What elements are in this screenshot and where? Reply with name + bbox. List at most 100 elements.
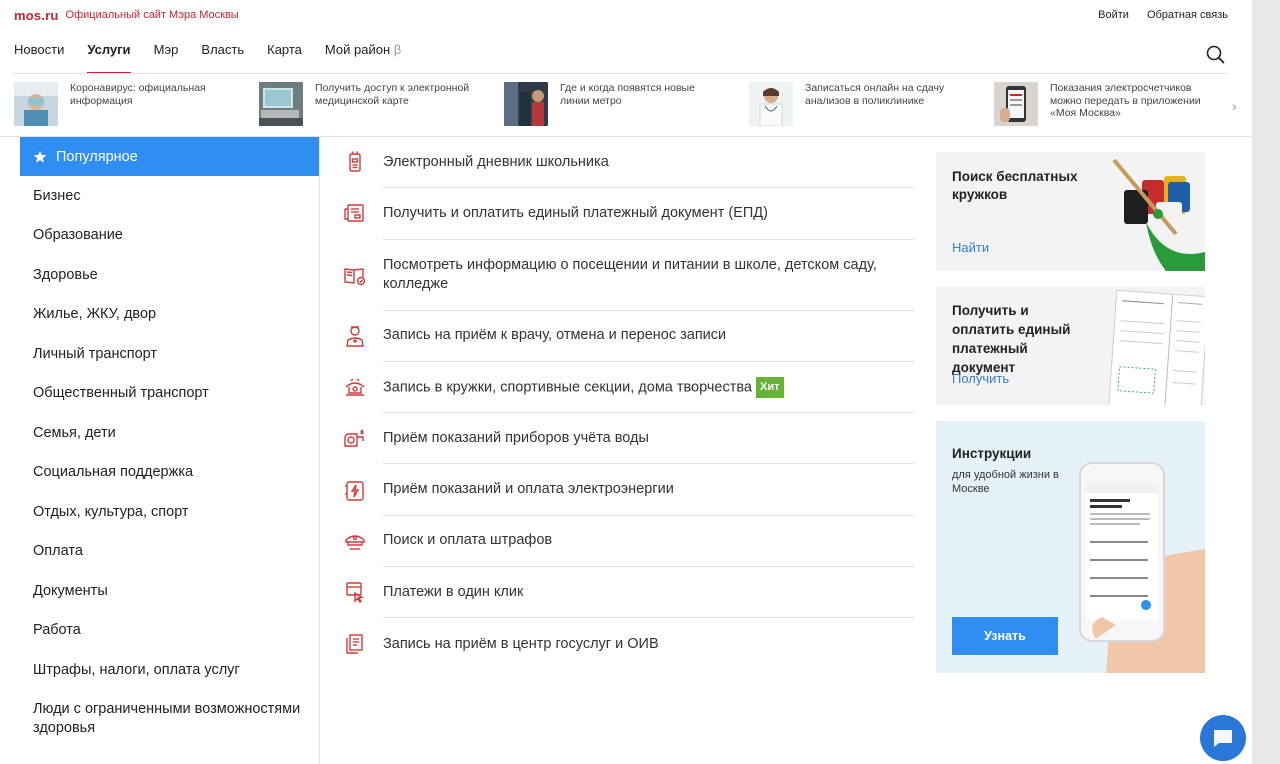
news-strip: Коронавирус: официальная информация Полу… xyxy=(14,82,1244,130)
service-item[interactable]: Запись на приём к врачу, отмена и перено… xyxy=(346,311,914,362)
service-item[interactable]: Приём показаний приборов учёта воды xyxy=(344,413,914,465)
login-link[interactable]: Войти xyxy=(1098,9,1129,21)
news-thumbnail xyxy=(994,82,1038,126)
paint-jars-image xyxy=(1112,158,1205,271)
guides-card[interactable]: Инструкции для удобной жизни в Москве Уз… xyxy=(936,421,1205,673)
sidebar-item-public-transport[interactable]: Общественный транспорт xyxy=(20,374,319,414)
service-item[interactable]: Платежи в один клик xyxy=(346,567,914,619)
service-label: Получить и оплатить единый платежный док… xyxy=(383,204,768,221)
service-item[interactable]: Поиск и оплата штрафов xyxy=(345,516,914,568)
chat-icon xyxy=(1214,730,1232,747)
school-diary-icon xyxy=(349,151,361,172)
sidebar-item-housing[interactable]: Жилье, ЖКУ, двор xyxy=(20,295,319,335)
category-sidebar: Популярное Бизнес Образование Здоровье Ж… xyxy=(20,137,320,764)
search-icon xyxy=(1206,45,1225,64)
chat-button[interactable] xyxy=(1200,715,1246,761)
service-label: Посмотреть информацию о посещении и пита… xyxy=(383,256,877,292)
beta-badge: β xyxy=(393,42,402,57)
nav-item-map[interactable]: Карта xyxy=(267,42,302,74)
sidebar-item-popular[interactable]: Популярное xyxy=(20,137,319,176)
service-item[interactable]: Получить и оплатить единый платежный док… xyxy=(344,188,914,240)
sidebar-item-documents[interactable]: Документы xyxy=(20,571,319,611)
get-link[interactable]: Получить xyxy=(952,371,1009,386)
nav-item-mayor[interactable]: Мэр xyxy=(154,42,179,74)
service-label: Запись в кружки, спортивные секции, дома… xyxy=(383,376,784,398)
page: mos.ru Официальный сайт Мэра Москвы Войт… xyxy=(0,0,1252,764)
news-item[interactable]: Записаться онлайн на сдачу анализов в по… xyxy=(749,82,965,128)
site-tagline[interactable]: Официальный сайт Мэра Москвы xyxy=(66,9,239,21)
service-label-text: Запись в кружки, спортивные секции, дома… xyxy=(383,378,752,395)
clubs-icon xyxy=(345,378,365,396)
sidebar-item-education[interactable]: Образование xyxy=(20,216,319,256)
epd-card[interactable]: Получить и оплатить единый платежный док… xyxy=(936,287,1205,405)
card-title: Инструкции xyxy=(952,446,1032,461)
service-item[interactable]: Запись в кружки, спортивные секции, дома… xyxy=(345,362,914,414)
feedback-link[interactable]: Обратная связь xyxy=(1147,9,1228,21)
sidebar-item-disabilities[interactable]: Люди с ограниченными возможностями здоро… xyxy=(20,690,319,748)
hit-badge: Хит xyxy=(756,376,784,398)
sidebar-item-health[interactable]: Здоровье xyxy=(20,255,319,295)
learn-button[interactable]: Узнать xyxy=(952,617,1058,655)
scrollbar-track[interactable] xyxy=(1252,0,1280,764)
card-title: Получить и оплатить единый платежный док… xyxy=(952,303,1071,375)
book-icon xyxy=(344,267,366,285)
nav-item-services[interactable]: Услуги xyxy=(87,42,131,74)
electricity-icon xyxy=(345,480,364,501)
police-cap-icon xyxy=(345,535,365,550)
nav-item-news[interactable]: Новости xyxy=(14,42,64,74)
sidebar-item-social-support[interactable]: Социальная поддержка xyxy=(20,453,319,493)
news-title: Записаться онлайн на сдачу анализов в по… xyxy=(805,82,945,107)
card-title: Поиск бесплатных кружков xyxy=(952,169,1078,202)
services-list: Электронный дневник школьника Получить и… xyxy=(340,137,914,670)
service-label: Запись на приём к врачу, отмена и перено… xyxy=(383,327,727,344)
payment-document-icon xyxy=(344,204,364,223)
service-item[interactable]: Приём показаний и оплата электроэнергии xyxy=(345,464,914,516)
service-item[interactable]: Посмотреть информацию о посещении и пита… xyxy=(344,240,914,311)
sidebar-item-leisure[interactable]: Отдых, культура, спорт xyxy=(20,492,319,532)
nav-item-my-district-label: Мой район xyxy=(324,42,391,57)
news-item[interactable]: Где и когда появятся новые линии метро xyxy=(504,82,720,128)
sidebar-item-work[interactable]: Работа xyxy=(20,611,319,651)
news-title: Получить доступ к электронной медицинско… xyxy=(315,82,470,107)
news-item[interactable]: Получить доступ к электронной медицинско… xyxy=(259,82,475,128)
find-link[interactable]: Найти xyxy=(952,240,989,255)
news-next-button[interactable]: › xyxy=(1232,98,1237,114)
nav-divider xyxy=(14,73,1228,74)
chevron-right-icon: › xyxy=(1232,98,1237,114)
news-thumbnail xyxy=(504,82,548,126)
service-label: Приём показаний приборов учёта воды xyxy=(383,429,649,446)
sidebar-item-business[interactable]: Бизнес xyxy=(20,176,319,216)
phone-in-hand-image xyxy=(1079,462,1205,673)
service-label: Запись на приём в центр госуслуг и ОИВ xyxy=(383,635,659,652)
sidebar-item-fines-taxes[interactable]: Штрафы, налоги, оплата услуг xyxy=(20,650,319,690)
nav-item-my-district[interactable]: Мой район β xyxy=(325,42,401,74)
documents-icon xyxy=(346,634,363,654)
sidebar-item-payment[interactable]: Оплата xyxy=(20,532,319,572)
news-title: Коронавирус: официальная информация xyxy=(70,82,206,107)
top-bar: mos.ru Официальный сайт Мэра Москвы Войт… xyxy=(14,6,1228,24)
service-item[interactable]: Электронный дневник школьника xyxy=(349,137,914,189)
service-label: Поиск и оплата штрафов xyxy=(383,532,553,549)
sidebar-item-label: Популярное xyxy=(56,148,138,165)
service-label: Платежи в один клик xyxy=(383,583,524,600)
top-links: Войти Обратная связь xyxy=(1098,9,1228,21)
sidebar-item-family[interactable]: Семья, дети xyxy=(20,413,319,453)
service-item[interactable]: Запись на приём в центр госуслуг и ОИВ xyxy=(346,618,914,669)
search-button[interactable] xyxy=(1205,44,1227,66)
news-item[interactable]: Показания электросчетчиков можно передат… xyxy=(994,82,1210,128)
site-logo[interactable]: mos.ru xyxy=(14,8,59,23)
main-nav: Новости Услуги Мэр Власть Карта Мой райо… xyxy=(14,42,424,74)
nav-item-government[interactable]: Власть xyxy=(201,42,244,74)
card-subtitle: для удобной жизни в Москве xyxy=(952,469,1059,495)
service-label: Приём показаний и оплата электроэнергии xyxy=(383,481,674,498)
news-thumbnail xyxy=(749,82,793,126)
one-click-payment-icon xyxy=(346,582,365,604)
sidebar-item-personal-transport[interactable]: Личный транспорт xyxy=(20,334,319,374)
clubs-card[interactable]: Поиск бесплатных кружков Найти xyxy=(936,152,1205,271)
news-item[interactable]: Коронавирус: официальная информация xyxy=(14,82,230,128)
service-label: Электронный дневник школьника xyxy=(383,153,609,170)
doctor-icon xyxy=(346,326,364,347)
water-meter-icon xyxy=(344,429,364,448)
news-thumbnail xyxy=(14,82,58,126)
news-thumbnail xyxy=(259,82,303,126)
